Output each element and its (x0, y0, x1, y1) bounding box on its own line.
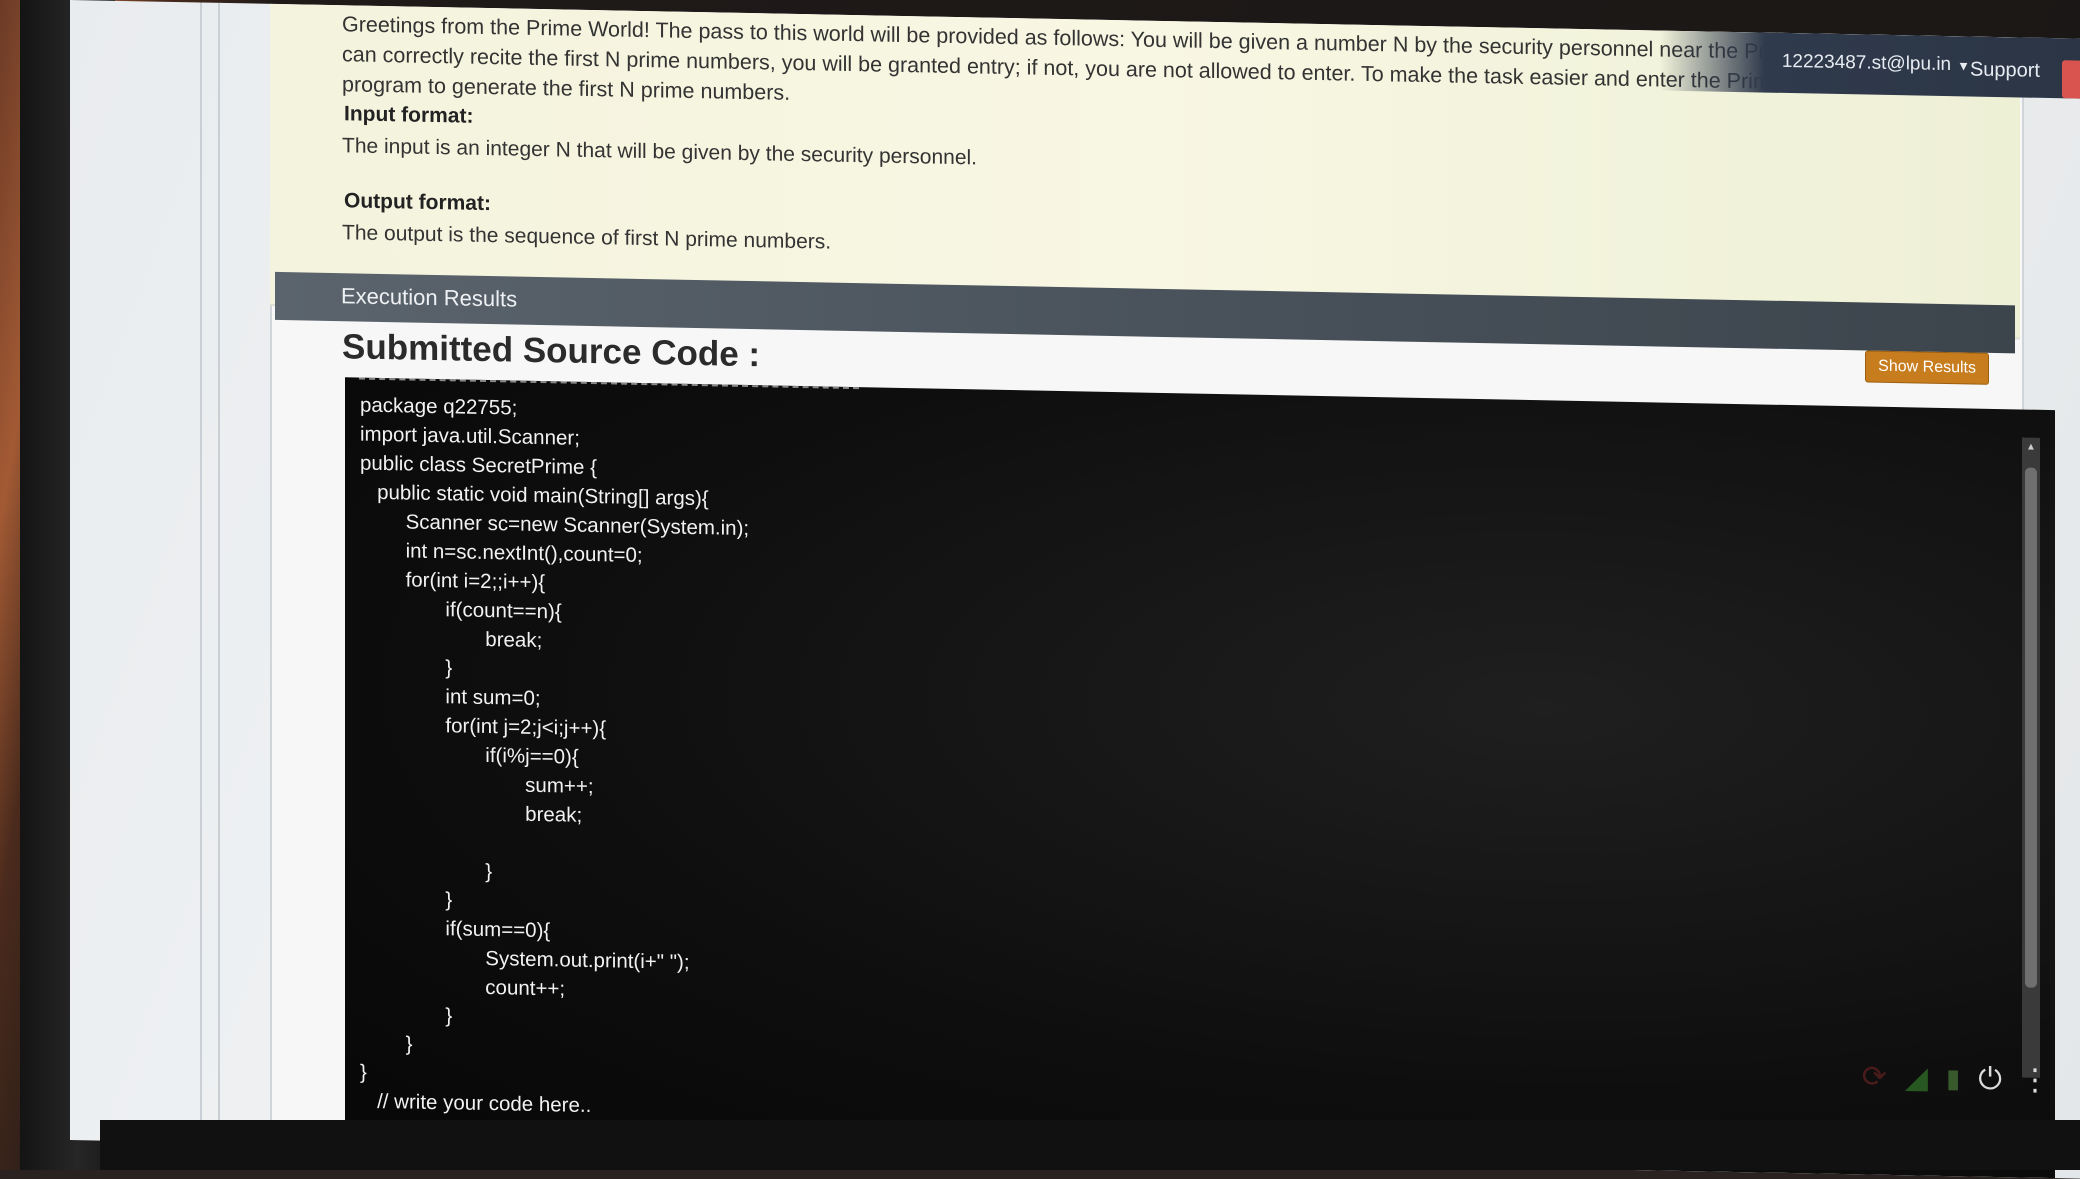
code-line: System.out.print(i+" "); (360, 945, 690, 975)
submitted-source-title: Submitted Source Code : (342, 327, 760, 375)
code-editor[interactable]: package q22755;import java.util.Scanner;… (345, 377, 2055, 1178)
more-vertical-icon[interactable]: ⋮ (2020, 1062, 2050, 1098)
code-line: break; (360, 800, 582, 828)
code-line: import java.util.Scanner; (360, 423, 580, 451)
code-line: int sum=0; (360, 684, 541, 711)
system-tray: ⟳ ◢ ▮ ⏻ ⋮ (1862, 1059, 2050, 1098)
code-line: for(int i=2;;i++){ (360, 568, 545, 596)
code-line: int n=sc.nextInt(),count=0; (360, 539, 643, 568)
output-format-text: The output is the sequence of first N pr… (342, 218, 2002, 280)
show-results-button[interactable]: Show Results (1865, 350, 1989, 384)
code-line: } (360, 1032, 412, 1057)
user-email: 12223487.st@lpu.in (1782, 51, 1951, 75)
code-line: if(i%j==0){ (360, 742, 579, 770)
refresh-icon[interactable]: ⟳ (1862, 1059, 1887, 1094)
browser-screen: Greetings from the Prime World! The pass… (70, 0, 2080, 1179)
chevron-down-icon: ▼ (1957, 58, 1970, 73)
code-line: Scanner sc=new Scanner(System.in); (360, 510, 749, 541)
layout-rail (200, 2, 202, 1142)
code-line: package q22755; (360, 394, 517, 421)
user-menu[interactable]: 12223487.st@lpu.in ▼ (1782, 51, 1970, 77)
scroll-up-icon[interactable]: ▲ (2026, 442, 2036, 453)
logout-button-edge[interactable] (2062, 60, 2080, 98)
code-line: public static void main(String[] args){ (360, 481, 709, 512)
support-link[interactable]: Support (1970, 58, 2040, 82)
battery-icon[interactable]: ▮ (1946, 1063, 1960, 1094)
code-scrollbar[interactable]: ▲ (2022, 437, 2040, 1077)
code-line: } (360, 655, 452, 681)
power-icon[interactable]: ⏻ (1978, 1062, 2002, 1096)
code-line: // write your code here.. (360, 1090, 591, 1118)
monitor-bezel-bottom (100, 1120, 2080, 1170)
code-line: if(sum==0){ (360, 916, 550, 944)
input-format-text: The input is an integer N that will be g… (342, 131, 2002, 193)
code-line: break; (360, 626, 542, 653)
code-line: for(int j=2;j<i;j++){ (360, 713, 606, 742)
code-line: public class SecretPrime { (360, 452, 597, 481)
code-line: } (360, 1061, 367, 1085)
wifi-icon[interactable]: ◢ (1905, 1060, 1928, 1095)
code-line: } (360, 858, 492, 885)
code-line: } (360, 887, 452, 913)
layout-rail (218, 3, 220, 1143)
scrollbar-thumb[interactable] (2025, 468, 2037, 988)
input-format-heading: Input format: (344, 102, 473, 128)
code-line: if(count==n){ (360, 597, 562, 625)
code-line: } (360, 1003, 452, 1029)
code-line: count++; (360, 974, 565, 1002)
output-format-heading: Output format: (344, 189, 491, 216)
code-line: sum++; (360, 771, 594, 799)
execution-results-label: Execution Results (341, 283, 517, 312)
